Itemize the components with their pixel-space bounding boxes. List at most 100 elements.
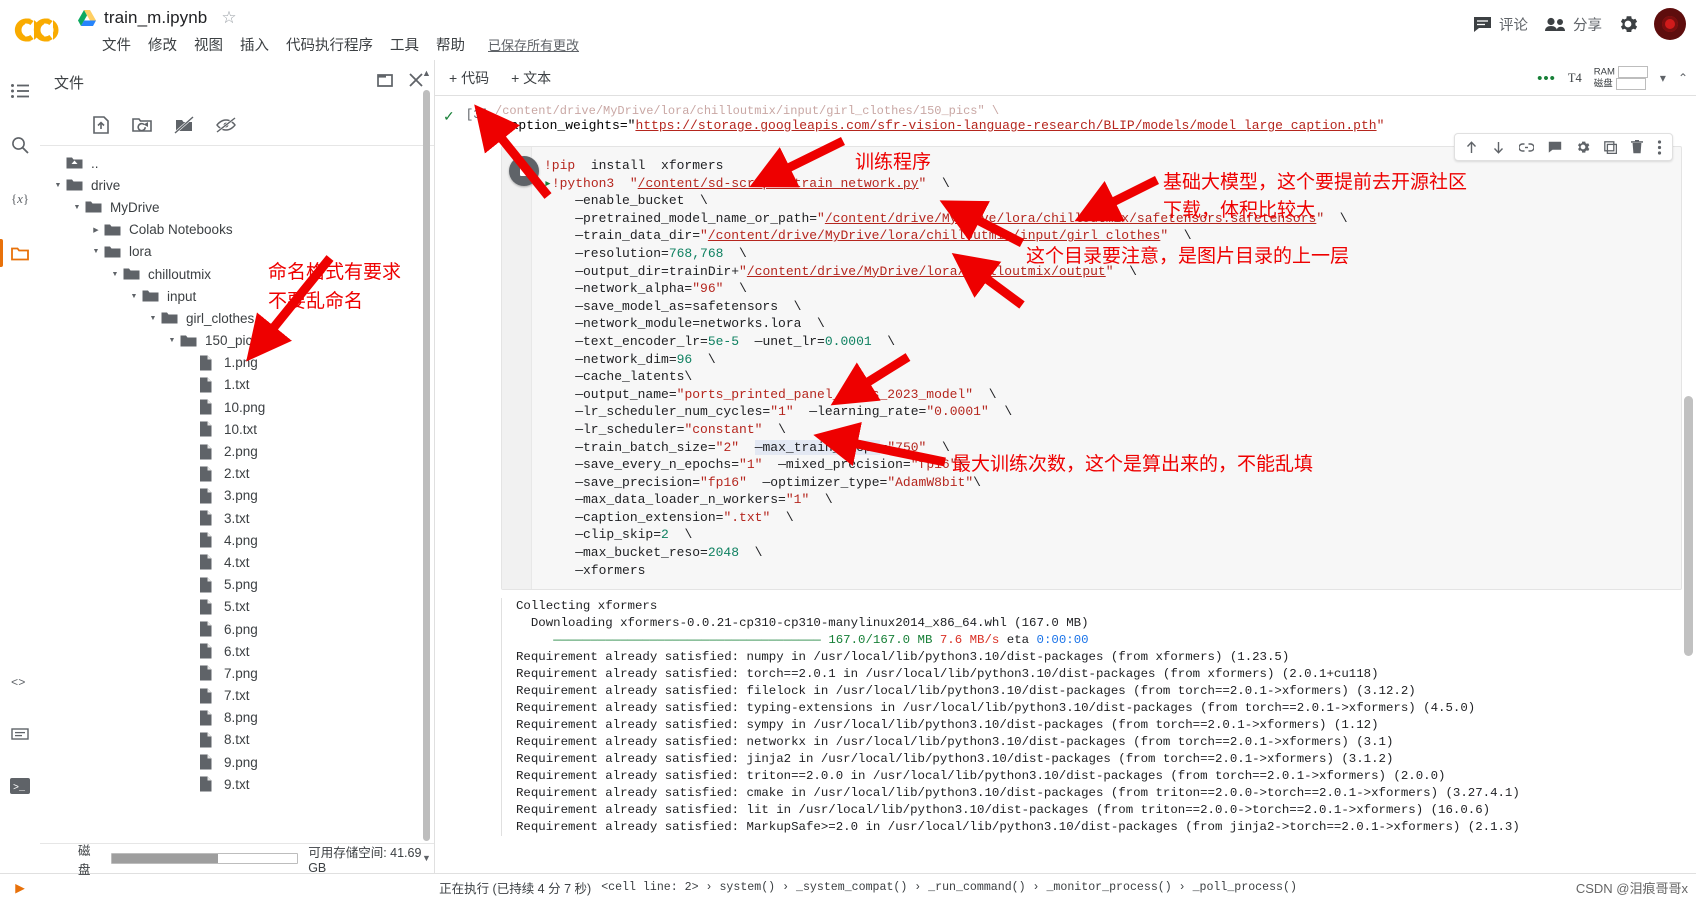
output-line: Requirement already satisfied: torch==2.… bbox=[516, 667, 1379, 682]
settings-icon[interactable] bbox=[1576, 140, 1590, 154]
settings-button[interactable] bbox=[1618, 14, 1638, 34]
runtime-status-group: ••• T4 RAM 磁盘 ▾ ⌃ bbox=[1537, 60, 1688, 96]
new-window-icon[interactable] bbox=[377, 72, 394, 93]
code-cell[interactable]: !pip install xformers ▸!python3 "/content… bbox=[501, 133, 1682, 591]
file-tree-file-row[interactable]: 10.png bbox=[40, 396, 434, 418]
file-tree-folder-row[interactable]: .. bbox=[40, 152, 434, 174]
caret-right-icon[interactable] bbox=[88, 226, 104, 234]
code-line: —caption_extension=".txt" \ bbox=[544, 509, 794, 525]
file-tree-scrollbar[interactable]: ▲ ▼ bbox=[422, 68, 431, 863]
menu-item-file[interactable]: 文件 bbox=[102, 34, 131, 55]
file-tree-file-row[interactable]: 1.png bbox=[40, 352, 434, 374]
upload-icon[interactable] bbox=[92, 115, 110, 134]
rail-bottom-group: <> >_ bbox=[0, 669, 40, 799]
caret-down-icon[interactable] bbox=[126, 293, 142, 300]
mirror-cell-icon[interactable] bbox=[1604, 140, 1617, 154]
file-tree-folder-row[interactable]: chilloutmix bbox=[40, 263, 434, 285]
menu-item-runtime[interactable]: 代码执行程序 bbox=[286, 34, 373, 55]
file-tree-file-row[interactable]: 5.txt bbox=[40, 596, 434, 618]
variables-icon[interactable]: {x} bbox=[7, 186, 33, 212]
code-snippets-icon[interactable]: <> bbox=[7, 669, 33, 695]
file-tree-label: 4.txt bbox=[224, 554, 250, 570]
scroll-thumb[interactable] bbox=[423, 90, 430, 841]
add-text-cell-button[interactable]: + 文本 bbox=[511, 68, 551, 88]
file-tree-file-row[interactable]: 10.txt bbox=[40, 418, 434, 440]
menu-item-insert[interactable]: 插入 bbox=[240, 34, 269, 55]
star-icon[interactable]: ☆ bbox=[221, 8, 236, 28]
file-tree-file-row[interactable]: 7.png bbox=[40, 662, 434, 684]
caption-weights-url[interactable]: https://storage.googleapis.com/sfr-visio… bbox=[635, 118, 1376, 133]
menu-item-help[interactable]: 帮助 bbox=[436, 34, 465, 55]
more-vert-icon[interactable]: ▾ bbox=[1660, 71, 1666, 85]
file-tree-file-row[interactable]: 8.png bbox=[40, 707, 434, 729]
stop-cell-button[interactable] bbox=[509, 156, 539, 186]
search-icon[interactable] bbox=[7, 132, 33, 158]
add-code-cell-button[interactable]: + 代码 bbox=[449, 68, 489, 88]
file-tree-file-row[interactable]: 9.txt bbox=[40, 773, 434, 795]
scroll-up-arrow[interactable]: ▲ bbox=[422, 68, 431, 78]
caret-down-icon[interactable] bbox=[107, 271, 123, 278]
colab-logo[interactable] bbox=[0, 0, 76, 60]
file-icon bbox=[199, 732, 217, 748]
document-title[interactable]: train_m.ipynb bbox=[104, 8, 207, 28]
resource-meter[interactable]: RAM 磁盘 bbox=[1594, 66, 1648, 90]
play-icon[interactable]: ▶ bbox=[0, 880, 40, 895]
caret-down-icon[interactable] bbox=[50, 182, 66, 189]
files-icon[interactable] bbox=[0, 239, 33, 267]
caret-down-icon[interactable] bbox=[88, 248, 104, 255]
file-tree-file-row[interactable]: 6.txt bbox=[40, 640, 434, 662]
more-vert-icon[interactable] bbox=[1657, 139, 1662, 155]
menu-item-tools[interactable]: 工具 bbox=[390, 34, 419, 55]
file-tree-folder-row[interactable]: MyDrive bbox=[40, 196, 434, 218]
caret-down-icon[interactable] bbox=[164, 337, 180, 344]
scroll-down-arrow[interactable]: ▼ bbox=[422, 853, 431, 863]
file-tree-file-row[interactable]: 2.png bbox=[40, 440, 434, 462]
file-tree-file-row[interactable]: 3.png bbox=[40, 485, 434, 507]
file-tree-folder-row[interactable]: Colab Notebooks bbox=[40, 219, 434, 241]
file-tree-folder-row[interactable]: input bbox=[40, 285, 434, 307]
file-tree-file-row[interactable]: 3.txt bbox=[40, 507, 434, 529]
delete-icon[interactable] bbox=[1631, 140, 1643, 154]
file-tree-folder-row[interactable]: drive bbox=[40, 174, 434, 196]
file-tree-file-row[interactable]: 1.txt bbox=[40, 374, 434, 396]
move-down-icon[interactable] bbox=[1492, 141, 1505, 154]
file-tree-file-row[interactable]: 9.png bbox=[40, 751, 434, 773]
notebook-scroll-thumb[interactable] bbox=[1684, 396, 1693, 656]
comment-button[interactable]: 评论 bbox=[1473, 14, 1528, 35]
previous-cell-tail: ✓ [3] /content/drive/MyDrive/lora/chillo… bbox=[435, 96, 1696, 134]
file-tree-folder-row[interactable]: girl_clothes bbox=[40, 307, 434, 329]
cell-source-code[interactable]: !pip install xformers ▸!python3 "/content… bbox=[502, 147, 1681, 589]
comment-icon[interactable] bbox=[1548, 141, 1562, 153]
mount-drive-off-icon[interactable] bbox=[174, 115, 194, 134]
file-tree-file-row[interactable]: 8.txt bbox=[40, 729, 434, 751]
command-palette-icon[interactable] bbox=[7, 721, 33, 747]
main-body: {x} <> >_ 文件 .. ▼ drive ▼ MyDrive ▶ Cola… bbox=[0, 60, 1696, 877]
hide-hidden-icon[interactable] bbox=[216, 116, 236, 133]
file-tree-file-row[interactable]: 5.png bbox=[40, 574, 434, 596]
terminal-icon[interactable]: >_ bbox=[7, 773, 33, 799]
file-tree-file-row[interactable]: 6.png bbox=[40, 618, 434, 640]
file-icon bbox=[199, 688, 217, 704]
toc-icon[interactable] bbox=[7, 78, 33, 104]
file-tree[interactable]: .. drive MyDrive Colab Notebooks lora chillou… bbox=[40, 146, 434, 843]
file-tree-folder-row[interactable]: 150_pics bbox=[40, 330, 434, 352]
file-tree-file-row[interactable]: 4.txt bbox=[40, 551, 434, 573]
refresh-folder-icon[interactable] bbox=[132, 116, 152, 133]
file-icon bbox=[199, 577, 217, 593]
caret-down-icon[interactable] bbox=[69, 204, 85, 211]
file-tree-file-row[interactable]: 4.png bbox=[40, 529, 434, 551]
file-tree-file-row[interactable]: 2.txt bbox=[40, 463, 434, 485]
file-tree-folder-row[interactable]: lora bbox=[40, 241, 434, 263]
notebook-scrollbar[interactable] bbox=[1683, 96, 1694, 873]
move-up-icon[interactable] bbox=[1465, 140, 1478, 154]
menu-item-view[interactable]: 视图 bbox=[194, 34, 223, 55]
share-button[interactable]: 分享 bbox=[1544, 14, 1602, 35]
chevron-up-icon[interactable]: ⌃ bbox=[1678, 71, 1688, 85]
link-icon[interactable] bbox=[1519, 142, 1534, 153]
execution-status: 正在执行 (已持续 4 分 7 秒) bbox=[439, 882, 592, 896]
runtime-type-label[interactable]: T4 bbox=[1568, 71, 1582, 86]
menu-item-edit[interactable]: 修改 bbox=[148, 34, 177, 55]
file-tree-file-row[interactable]: 7.txt bbox=[40, 685, 434, 707]
caret-down-icon[interactable] bbox=[145, 315, 161, 322]
avatar[interactable] bbox=[1654, 8, 1686, 40]
